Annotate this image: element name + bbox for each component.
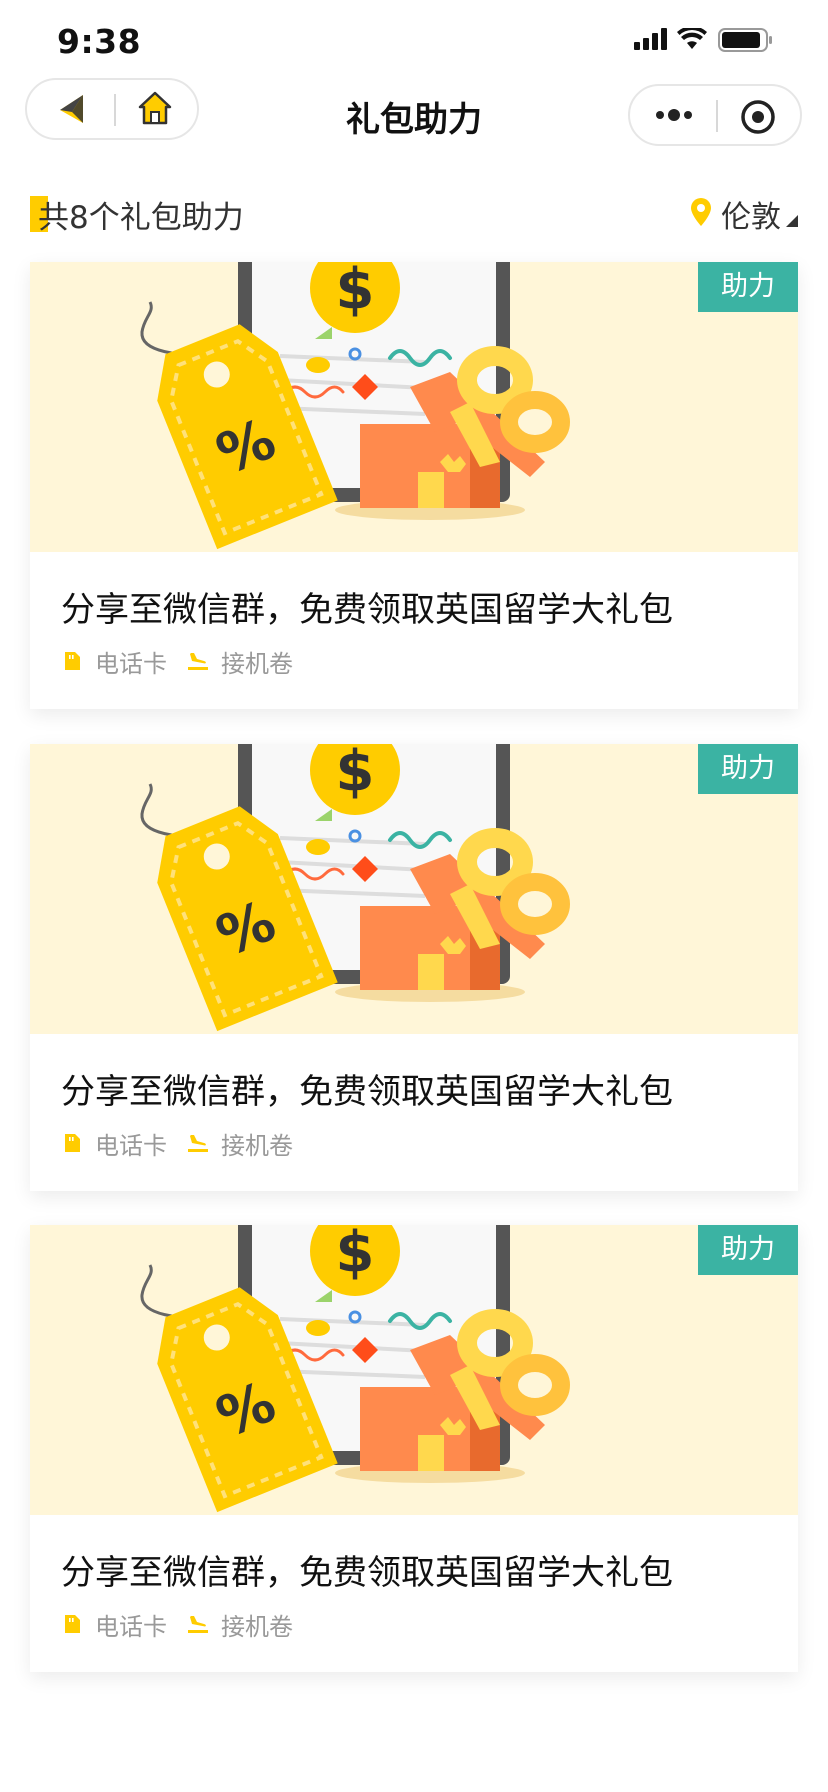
gift-banner-image <box>30 1225 798 1515</box>
gift-card[interactable]: 助力 分享至微信群，免费领取英国留学大礼包 电话卡 接机卷 <box>30 744 798 1191</box>
close-miniprogram-icon[interactable] <box>740 99 776 135</box>
tag-label: 接机卷 <box>221 1131 293 1160</box>
gift-tag: 接机卷 <box>187 1126 293 1161</box>
plane-landing-icon <box>188 1135 208 1152</box>
location-pin-icon[interactable] <box>690 197 712 227</box>
gift-card[interactable]: 助力 分享至微信群，免费领取英国留学大礼包 电话卡 接机卷 <box>30 1225 798 1672</box>
gift-card-title: 分享至微信群，免费领取英国留学大礼包 <box>61 1553 673 1593</box>
tag-label: 接机卷 <box>221 1612 293 1641</box>
gift-count-label: 共8个礼包助力 <box>38 200 244 236</box>
assist-badge[interactable]: 助力 <box>698 744 798 794</box>
gift-tags: 电话卡 接机卷 <box>61 644 313 679</box>
nav-capsule-right <box>628 84 802 146</box>
assist-badge[interactable]: 助力 <box>698 262 798 312</box>
status-time: 9:38 <box>57 22 142 61</box>
cellular-signal-icon <box>634 28 667 50</box>
gift-tag: 接机卷 <box>187 644 293 679</box>
gift-tag: 电话卡 <box>61 1126 167 1161</box>
assist-badge[interactable]: 助力 <box>698 1225 798 1275</box>
sim-card-icon <box>65 652 80 670</box>
gift-card-title: 分享至微信群，免费领取英国留学大礼包 <box>61 1072 673 1112</box>
tag-label: 电话卡 <box>95 649 167 678</box>
nav-divider <box>716 100 718 132</box>
tag-label: 接机卷 <box>221 649 293 678</box>
gift-card-title: 分享至微信群，免费领取英国留学大礼包 <box>61 590 673 630</box>
tag-label: 电话卡 <box>95 1612 167 1641</box>
gift-banner-image <box>30 744 798 1034</box>
gift-banner-image <box>30 262 798 552</box>
gift-tags: 电话卡 接机卷 <box>61 1126 313 1161</box>
gift-illustration <box>30 1225 798 1515</box>
gift-tag: 电话卡 <box>61 1607 167 1642</box>
gift-tag: 接机卷 <box>187 1607 293 1642</box>
dropdown-caret-icon[interactable] <box>786 215 798 227</box>
sim-card-icon <box>65 1134 80 1152</box>
wifi-icon <box>677 28 707 49</box>
status-bar: 9:38 <box>0 0 828 84</box>
gift-tags: 电话卡 接机卷 <box>61 1607 313 1642</box>
gift-card[interactable]: 助力 分享至微信群，免费领取英国留学大礼包 电话卡 接机卷 <box>30 262 798 709</box>
sim-card-icon <box>65 1615 80 1633</box>
plane-landing-icon <box>188 653 208 670</box>
battery-icon <box>718 28 772 52</box>
gift-illustration <box>30 262 798 552</box>
tag-label: 电话卡 <box>95 1131 167 1160</box>
more-options-icon[interactable] <box>654 104 694 126</box>
location-selector[interactable]: 伦敦 <box>721 192 781 236</box>
gift-tag: 电话卡 <box>61 644 167 679</box>
plane-landing-icon <box>188 1616 208 1633</box>
gift-illustration <box>30 744 798 1034</box>
